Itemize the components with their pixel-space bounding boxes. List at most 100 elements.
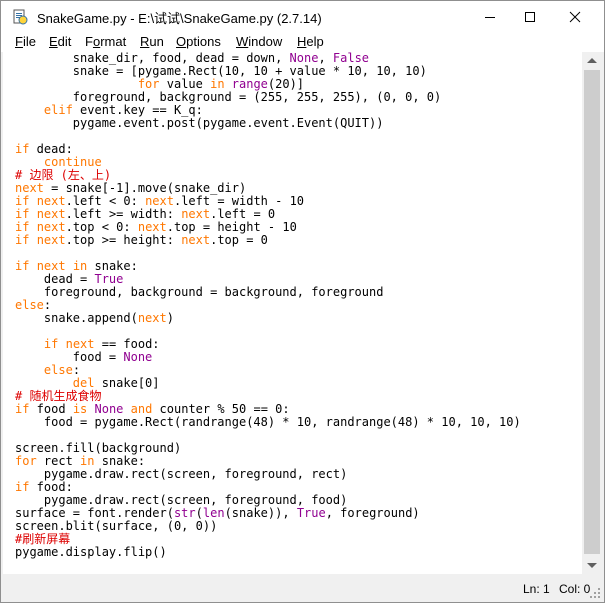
code-token: if: [15, 233, 30, 247]
menu-options[interactable]: Options: [176, 34, 221, 49]
code-text[interactable]: snake_dir, food, dead = down, None, Fals…: [15, 52, 521, 559]
code-token: next: [181, 207, 211, 221]
menu-file[interactable]: File: [15, 34, 36, 49]
code-token: pygame.event.post(pygame.event.Event(QUI…: [15, 116, 384, 130]
code-token: is: [72, 402, 88, 416]
scrollbar-thumb[interactable]: [584, 70, 600, 554]
code-token: pygame.display.flip(): [15, 545, 167, 559]
code-token: len: [202, 506, 225, 520]
menu-accel: W: [236, 34, 249, 49]
code-token: # 边限 (左、上): [15, 168, 112, 182]
code-token: dead =: [15, 272, 95, 286]
code-token: screen.blit(surface, (0, 0)): [15, 519, 218, 533]
code-line: foreground, background = background, for…: [15, 286, 521, 299]
code-token: and: [130, 402, 153, 416]
menu-label-rest: elp: [306, 34, 324, 49]
code-token: None: [94, 402, 124, 416]
code-token: .top = 0: [210, 233, 268, 247]
close-button[interactable]: [552, 1, 597, 32]
code-token: #刷新屏幕: [15, 532, 71, 546]
code-token: pygame.draw.rect(screen, foreground, foo…: [15, 493, 348, 507]
code-token: in: [72, 259, 88, 273]
status-column: Col: 0: [559, 582, 591, 596]
code-token: snake = [pygame.Rect(10, 10 + value * 10…: [15, 64, 427, 78]
title-bar[interactable]: SnakeGame.py - E:\试试\SnakeGame.py (2.7.1…: [1, 1, 604, 32]
code-token: foreground, background = (255, 255, 255)…: [15, 90, 442, 104]
code-token: range: [231, 77, 268, 91]
minimize-button[interactable]: [467, 1, 512, 32]
code-token: next: [36, 194, 66, 208]
code-token: .left = width - 10: [173, 194, 305, 208]
code-token: surface = font.render(: [15, 506, 174, 520]
scroll-up-icon[interactable]: [587, 58, 597, 63]
code-token: next: [36, 220, 66, 234]
code-token: snake.append(: [15, 311, 138, 325]
code-token: next: [36, 259, 66, 273]
code-token: rect: [36, 454, 81, 468]
code-token: event.key == K_q:: [72, 103, 203, 117]
code-line: snake.append(next): [15, 312, 521, 325]
code-token: (snake)),: [224, 506, 297, 520]
code-line: pygame.event.post(pygame.event.Event(QUI…: [15, 117, 521, 130]
scroll-down-icon[interactable]: [587, 563, 597, 568]
maximize-button[interactable]: [507, 1, 552, 32]
code-token: ): [166, 311, 174, 325]
menu-window[interactable]: Window: [236, 34, 282, 49]
window-title: SnakeGame.py - E:\试试\SnakeGame.py (2.7.1…: [37, 11, 322, 26]
code-token: :: [43, 298, 52, 312]
code-token: # 随机生成食物: [15, 389, 102, 403]
code-line: food = None: [15, 351, 521, 364]
code-line: screen.blit(surface, (0, 0)): [15, 520, 521, 533]
code-token: snake:: [94, 454, 146, 468]
menu-accel: H: [297, 34, 307, 49]
menu-label-rest: indow: [248, 34, 283, 49]
code-token: .left < 0:: [65, 194, 146, 208]
code-token: screen.fill(background): [15, 441, 182, 455]
code-token: food = pygame.Rect(randrange(48) * 10, r…: [15, 415, 521, 429]
status-line: Ln: 1: [523, 582, 550, 596]
code-token: pygame.draw.rect(screen, foreground, rec…: [15, 467, 348, 481]
menu-label-rest: ile: [22, 34, 36, 49]
vertical-scrollbar[interactable]: [582, 52, 602, 574]
code-token: :: [72, 363, 81, 377]
menu-label-pre: F: [85, 34, 93, 49]
code-token: None: [123, 350, 153, 364]
code-token: next: [137, 220, 167, 234]
code-token: in: [80, 454, 95, 468]
menu-run[interactable]: Run: [140, 34, 164, 49]
code-token: snake:: [87, 259, 138, 273]
menu-format[interactable]: Format: [85, 34, 126, 49]
code-token: .left >= width:: [65, 207, 182, 221]
code-token: next: [137, 311, 167, 325]
code-line: pygame.display.flip(): [15, 546, 521, 559]
python-idle-icon[interactable]: [12, 9, 28, 25]
menu-edit[interactable]: Edit: [49, 34, 71, 49]
code-token: else: [15, 298, 44, 312]
menu-help[interactable]: Help: [297, 34, 324, 49]
code-token: food: [29, 402, 73, 416]
code-token: next: [145, 194, 174, 208]
menu-accel: O: [176, 34, 187, 49]
resize-grip-icon[interactable]: [589, 587, 601, 599]
code-token: .top < 0:: [65, 220, 138, 234]
code-token: if: [15, 207, 30, 221]
code-token: if: [15, 220, 30, 234]
code-line: pygame.draw.rect(screen, foreground, rec…: [15, 468, 521, 481]
code-token: (: [195, 506, 203, 520]
code-token: == food:: [94, 337, 160, 351]
code-editor[interactable]: snake_dir, food, dead = down, None, Fals…: [3, 52, 582, 574]
code-token: dead:: [29, 142, 73, 156]
menu-accel: R: [140, 34, 150, 49]
code-token: .left = 0: [210, 207, 276, 221]
code-token: True: [94, 272, 124, 286]
menu-label-rest: ptions: [186, 34, 221, 49]
